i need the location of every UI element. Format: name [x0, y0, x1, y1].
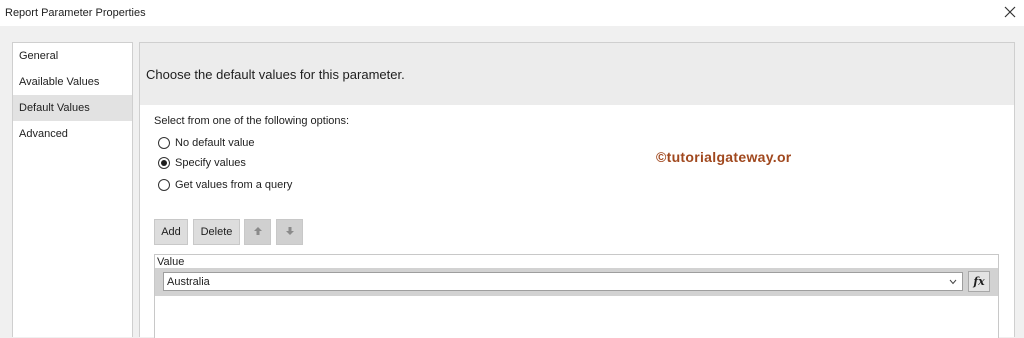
- nav-item-general[interactable]: General: [13, 43, 132, 69]
- nav-item-label: Default Values: [19, 102, 90, 114]
- radio-button[interactable]: [158, 179, 170, 191]
- radio-button[interactable]: [158, 157, 170, 169]
- table-row: Australia fx: [155, 268, 998, 296]
- radio-label: Get values from a query: [175, 179, 293, 191]
- close-icon[interactable]: [1002, 4, 1018, 20]
- values-grid: Value Australia fx: [154, 254, 999, 338]
- title-bar: Report Parameter Properties: [0, 0, 1024, 26]
- nav-item-advanced[interactable]: Advanced: [13, 121, 132, 147]
- move-down-icon: [285, 226, 295, 239]
- radio-get-values-from-query[interactable]: Get values from a query: [158, 178, 292, 192]
- nav-item-default-values[interactable]: Default Values: [13, 95, 132, 121]
- move-down-button[interactable]: [276, 219, 303, 245]
- delete-button[interactable]: Delete: [193, 219, 240, 245]
- value-column-header: Value: [157, 256, 185, 268]
- watermark: ©tutorialgateway.or: [656, 149, 792, 165]
- expression-button[interactable]: fx: [968, 271, 990, 292]
- value-combobox[interactable]: Australia: [163, 272, 963, 291]
- value-text: Australia: [167, 276, 210, 288]
- radio-label: No default value: [175, 137, 255, 149]
- nav-item-label: Advanced: [19, 128, 68, 140]
- options-instructions: Select from one of the following options…: [154, 115, 350, 127]
- radio-label: Specify values: [175, 157, 246, 169]
- add-button[interactable]: Add: [154, 219, 188, 245]
- window-title: Report Parameter Properties: [5, 7, 146, 19]
- radio-button[interactable]: [158, 137, 170, 149]
- nav-item-available-values[interactable]: Available Values: [13, 69, 132, 95]
- chevron-down-icon[interactable]: [948, 275, 958, 289]
- nav-item-label: Available Values: [19, 76, 100, 88]
- radio-no-default-value[interactable]: No default value: [158, 136, 255, 150]
- header-band: Choose the default values for this param…: [140, 43, 1014, 105]
- page-title: Choose the default values for this param…: [146, 67, 405, 82]
- nav-item-label: General: [19, 50, 59, 62]
- move-up-icon: [253, 226, 263, 239]
- nav-panel: General Available Values Default Values …: [12, 42, 133, 337]
- radio-specify-values[interactable]: Specify values: [158, 156, 246, 170]
- move-up-button[interactable]: [244, 219, 271, 245]
- content-panel: Choose the default values for this param…: [139, 42, 1015, 338]
